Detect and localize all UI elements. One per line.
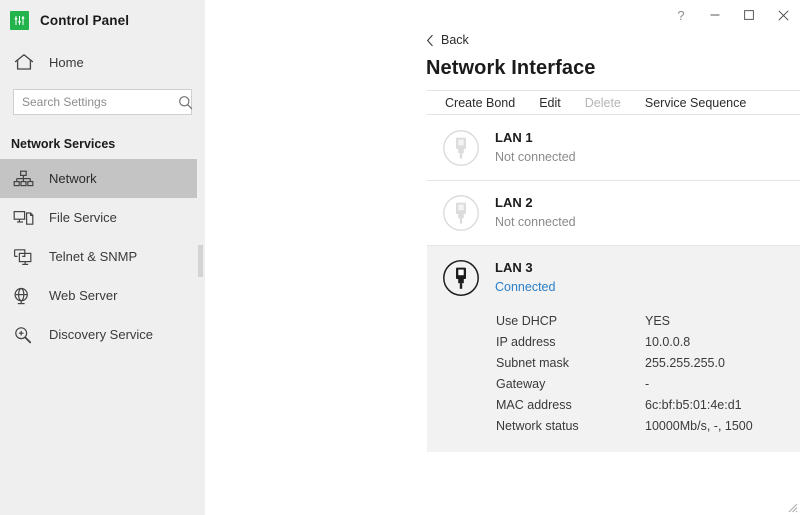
discovery-search-icon (13, 326, 37, 344)
telnet-snmp-icon (13, 248, 37, 266)
sidebar-item-home[interactable]: Home (0, 43, 205, 81)
interface-header[interactable]: LAN 3 Connected (427, 246, 800, 310)
detail-value: 6c:bf:b5:01:4e:d1 (645, 397, 742, 412)
window-controls: ? (664, 0, 800, 30)
sidebar-item-telnet-snmp-label: Telnet & SNMP (49, 249, 138, 264)
detail-key: Subnet mask (496, 355, 569, 370)
brand: Control Panel (0, 3, 205, 37)
search-icon[interactable] (177, 95, 193, 110)
detail-key: Use DHCP (496, 313, 558, 328)
main-content: ? Back Network Interface Create Bond Edi… (205, 0, 800, 515)
page-title: Network Interface (426, 57, 596, 79)
detail-row: Network status 10000Mb/s, -, 1500 (427, 415, 800, 436)
maximize-icon (743, 9, 755, 21)
chevron-left-icon (426, 34, 434, 47)
search-box[interactable] (13, 89, 192, 115)
detail-key: Gateway (496, 376, 546, 391)
network-interface-list: LAN 1 Not connected LAN 2 Not connected … (427, 116, 800, 452)
sidebar-section-title: Network Services (11, 137, 116, 151)
help-button[interactable]: ? (664, 1, 698, 29)
interface-detail-table: Use DHCP YES IP address 10.0.0.8 Subnet … (427, 310, 800, 436)
interface-status-link[interactable]: Connected (495, 278, 800, 297)
interface-row-lan2[interactable]: LAN 2 Not connected (427, 181, 800, 246)
create-bond-button[interactable]: Create Bond (445, 96, 515, 110)
sidebar-item-web-server-label: Web Server (49, 288, 118, 303)
interface-header[interactable]: LAN 1 Not connected (427, 116, 800, 180)
file-service-icon (13, 209, 37, 227)
home-icon (13, 52, 37, 72)
sidebar: Control Panel Home Network Services (0, 0, 205, 515)
ethernet-port-icon (440, 257, 482, 299)
edit-button[interactable]: Edit (539, 96, 561, 110)
detail-row: MAC address 6c:bf:b5:01:4e:d1 (427, 394, 800, 415)
detail-key: MAC address (496, 397, 572, 412)
interface-info: LAN 1 Not connected (495, 129, 800, 167)
sidebar-item-web-server[interactable]: Web Server (0, 276, 205, 315)
close-button[interactable] (766, 1, 800, 29)
interface-status: Not connected (495, 215, 576, 229)
interface-row-lan1[interactable]: LAN 1 Not connected (427, 116, 800, 181)
detail-row: Use DHCP YES (427, 310, 800, 331)
interface-name: LAN 3 (495, 260, 533, 275)
maximize-button[interactable] (732, 1, 766, 29)
back-button[interactable]: Back (426, 30, 469, 50)
sidebar-scrollbar[interactable] (197, 0, 205, 515)
detail-value: - (645, 376, 650, 391)
detail-value: 255.255.255.0 (645, 355, 725, 370)
sidebar-item-network-label: Network (49, 171, 97, 186)
brand-title: Control Panel (40, 12, 130, 28)
interface-details-lan3: Use DHCP YES IP address 10.0.0.8 Subnet … (427, 310, 800, 452)
sidebar-item-discovery-service[interactable]: Discovery Service (0, 315, 205, 354)
ethernet-port-icon (440, 192, 482, 234)
sidebar-item-home-label: Home (49, 54, 84, 70)
detail-key: IP address (496, 334, 556, 349)
interface-name: LAN 2 (495, 195, 533, 210)
sidebar-item-discovery-service-label: Discovery Service (49, 327, 154, 342)
detail-row: IP address 10.0.0.8 (427, 331, 800, 352)
sidebar-scrollbar-thumb[interactable] (198, 245, 203, 277)
interface-name: LAN 1 (495, 130, 533, 145)
sidebar-item-file-service[interactable]: File Service (0, 198, 205, 237)
close-icon (777, 9, 790, 22)
interface-header[interactable]: LAN 2 Not connected (427, 181, 800, 245)
ethernet-port-icon (440, 127, 482, 169)
sidebar-nav-list: Network File Service Telnet & SNMP Web S… (0, 159, 205, 354)
interface-row-lan3[interactable]: LAN 3 Connected Use DHCP YES IP address … (427, 246, 800, 452)
sidebar-item-network[interactable]: Network (0, 159, 205, 198)
minimize-button[interactable] (698, 1, 732, 29)
detail-row: Gateway - (427, 373, 800, 394)
help-icon: ? (677, 7, 685, 23)
resize-grip[interactable] (785, 500, 798, 513)
search-input[interactable] (22, 90, 177, 114)
back-label: Back (441, 33, 469, 47)
detail-row: Subnet mask 255.255.255.0 (427, 352, 800, 373)
detail-key: Network status (496, 418, 579, 433)
interface-info: LAN 3 Connected (495, 259, 800, 297)
sidebar-item-telnet-snmp[interactable]: Telnet & SNMP (0, 237, 205, 276)
service-sequence-button[interactable]: Service Sequence (645, 96, 746, 110)
sliders-icon (10, 10, 29, 30)
detail-value: YES (645, 313, 671, 328)
toolbar: Create Bond Edit Delete Service Sequence (427, 90, 800, 115)
minimize-icon (709, 9, 721, 21)
interface-info: LAN 2 Not connected (495, 194, 800, 232)
control-panel-window: Control Panel Home Network Services (0, 0, 800, 515)
delete-button: Delete (584, 95, 621, 110)
sidebar-item-file-service-label: File Service (49, 210, 117, 225)
detail-value: 10000Mb/s, -, 1500 (645, 418, 753, 433)
interface-status: Not connected (495, 150, 576, 164)
detail-value: 10.0.0.8 (645, 334, 691, 349)
web-server-icon (13, 287, 37, 305)
network-topology-icon (13, 170, 37, 188)
